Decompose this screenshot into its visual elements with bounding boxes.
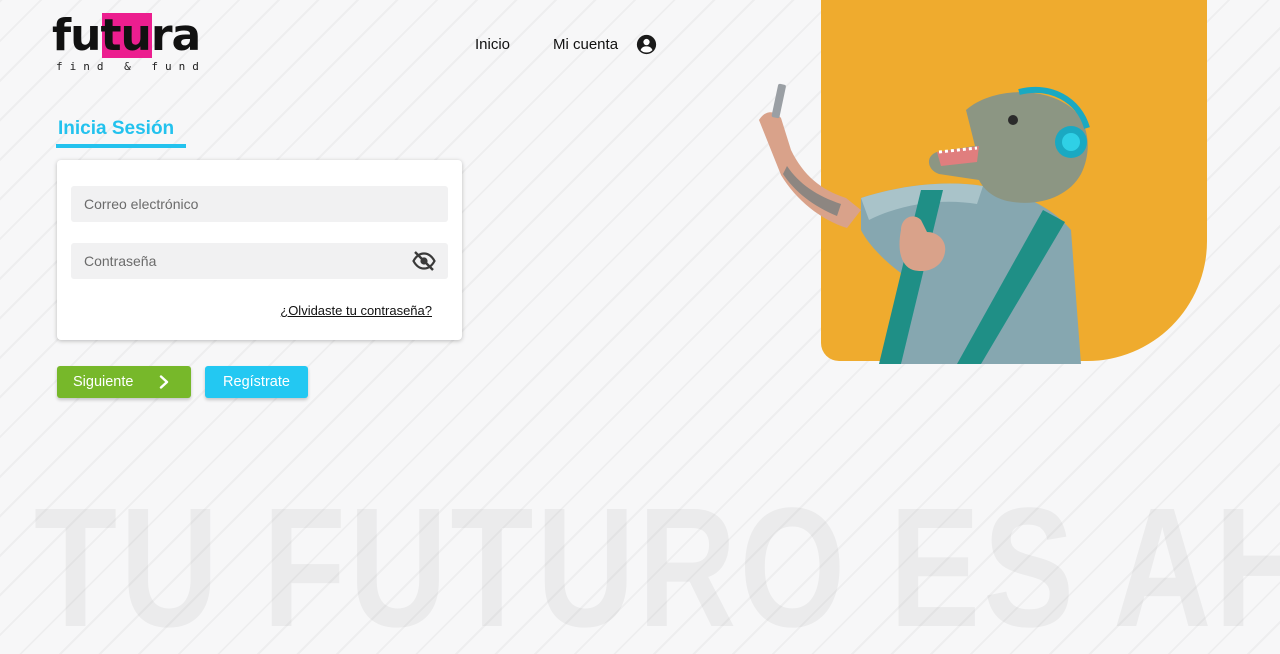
hero-illustration [759,83,1090,364]
brand-name: futura [52,10,201,61]
login-page: TU FUTURO ES AHORA futura find & fund In… [0,0,1280,654]
user-circle-icon[interactable] [636,34,657,55]
background-slogan: TU FUTURO ES AHORA [34,473,1280,654]
forgot-password-link[interactable]: ¿Olvidaste tu contraseña? [280,303,432,318]
hero-image-card [759,0,1207,364]
brand-tagline: find & fund [56,60,206,73]
chevron-right-icon [159,375,169,389]
next-button[interactable]: Siguiente [57,366,191,398]
email-field[interactable] [71,186,448,222]
login-title: Inicia Sesión [58,118,175,139]
title-underline [56,144,186,148]
eye-off-icon[interactable] [412,251,436,271]
password-field-wrapper [71,243,448,279]
next-button-label: Siguiente [73,374,134,390]
login-form-card: ¿Olvidaste tu contraseña? [57,160,462,340]
nav-link-inicio[interactable]: Inicio [475,36,510,53]
register-button[interactable]: Regístrate [205,366,308,398]
nav-link-mi-cuenta[interactable]: Mi cuenta [553,36,618,53]
email-field-wrapper [71,186,448,222]
brand-logo[interactable]: futura find & fund [52,10,222,74]
register-button-label: Regístrate [223,374,290,390]
password-field[interactable] [71,243,448,279]
